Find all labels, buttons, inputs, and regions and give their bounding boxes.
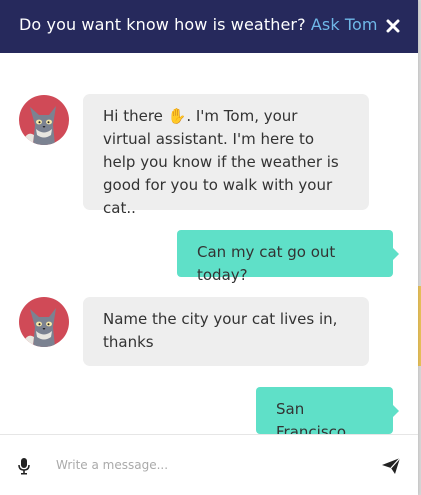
message-bot: Name the city your cat lives in, thanks bbox=[83, 297, 369, 366]
chat-title-question: Do you want know how is weather? bbox=[19, 15, 306, 34]
cat-avatar-icon bbox=[24, 308, 56, 347]
close-button[interactable] bbox=[381, 14, 405, 38]
message-user: Can my cat go out today? bbox=[177, 230, 399, 284]
message-user: San Francisco bbox=[256, 387, 399, 434]
send-button[interactable] bbox=[381, 457, 401, 475]
chat-title: Do you want know how is weather? Ask Tom bbox=[19, 15, 378, 34]
microphone-icon bbox=[18, 458, 30, 475]
message-bot: Hi there ✋. I'm Tom, your virtual assist… bbox=[83, 94, 369, 217]
microphone-button[interactable] bbox=[16, 457, 32, 475]
chat-widget: Do you want know how is weather? Ask Tom… bbox=[0, 0, 418, 495]
bot-avatar bbox=[19, 95, 69, 145]
message-list: Hi there ✋. I'm Tom, your virtual assist… bbox=[0, 53, 418, 434]
bot-name-link[interactable]: Ask Tom bbox=[311, 15, 378, 34]
message-input[interactable] bbox=[48, 453, 364, 477]
paper-plane-icon bbox=[382, 457, 401, 474]
message-composer bbox=[0, 434, 418, 495]
bot-avatar bbox=[19, 297, 69, 347]
close-icon bbox=[386, 19, 400, 33]
chat-header: Do you want know how is weather? Ask Tom bbox=[0, 0, 418, 53]
cat-avatar-icon bbox=[24, 106, 56, 145]
